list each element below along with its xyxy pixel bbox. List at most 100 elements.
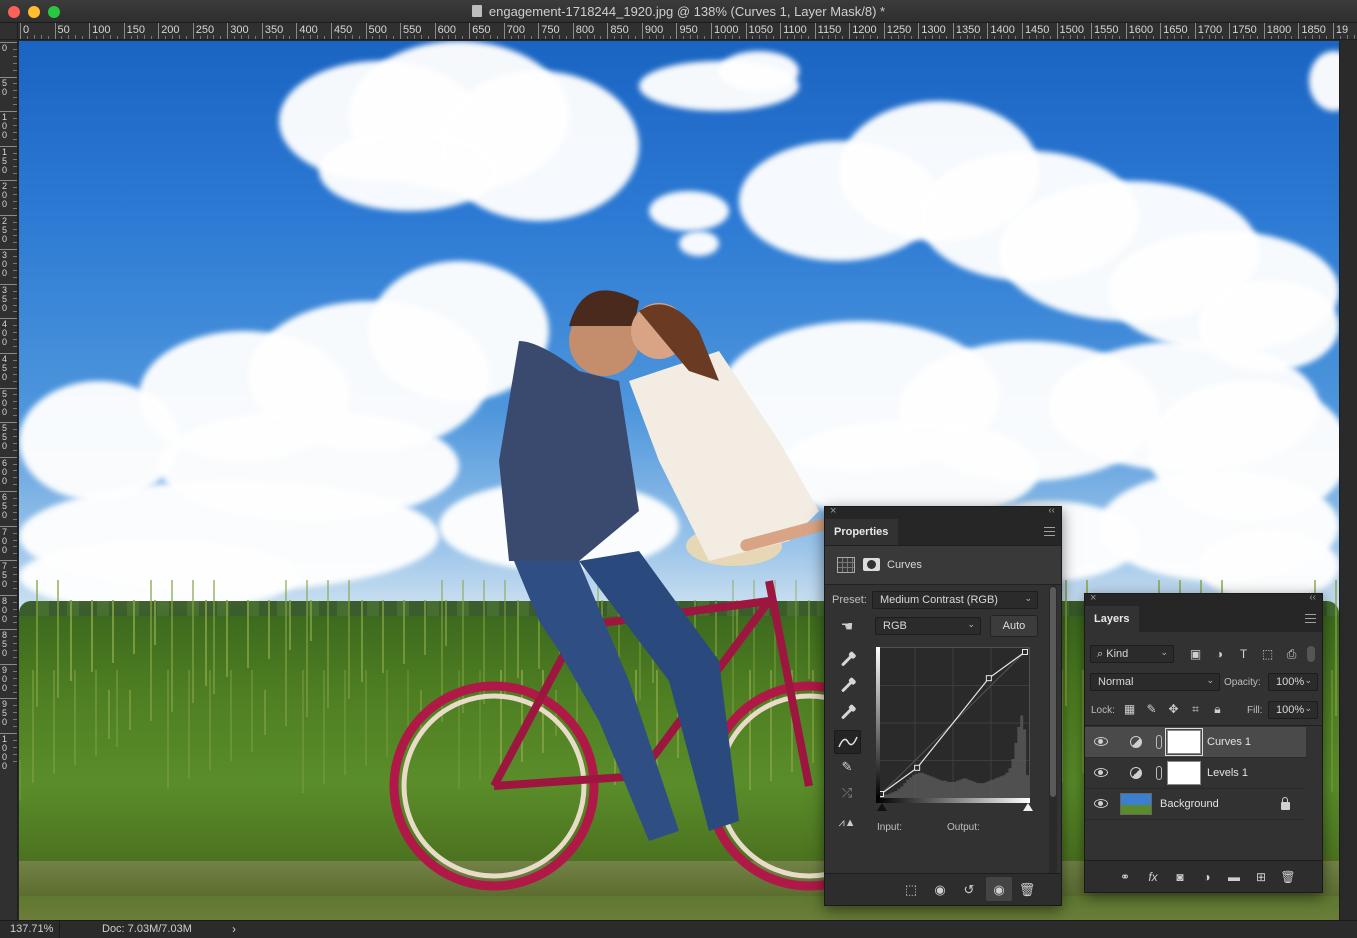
ruler-minor-tick [739, 36, 740, 39]
new-adjustment-layer-icon[interactable]: ◑ [1197, 868, 1217, 886]
delete-icon[interactable]: 🗑 [1017, 881, 1037, 899]
status-bar: 137.71% Doc: 7.03M/7.03M › [0, 920, 1357, 938]
new-group-folder-icon[interactable]: ▬ [1224, 868, 1244, 886]
visibility-eye-icon[interactable] [1094, 799, 1108, 808]
view-previous-state-icon[interactable]: ◉ [930, 881, 950, 899]
lock-artboard-icon[interactable]: ⌗ [1189, 704, 1202, 715]
vertical-ruler[interactable]: 0501001502002503003504004505005506006507… [0, 40, 18, 920]
lock-image-pixels-icon[interactable]: ✎ [1145, 704, 1158, 715]
black-point-eyedropper-icon[interactable] [837, 650, 857, 670]
preset-dropdown[interactable]: Medium Contrast (RGB) ⌄ [872, 591, 1038, 609]
layer-row-levels[interactable]: Levels 1 [1085, 758, 1306, 789]
ruler-minor-tick [828, 35, 829, 39]
white-point-slider[interactable] [1023, 803, 1033, 811]
search-icon: ⌕ [1097, 648, 1103, 660]
ruler-minor-tick [428, 36, 429, 39]
link-chain-icon[interactable] [1156, 735, 1162, 749]
lock-icon[interactable] [1281, 802, 1290, 810]
close-icon[interactable]: × [830, 505, 836, 517]
smart-object-filter-icon[interactable]: ⎙ [1285, 649, 1298, 660]
gray-point-eyedropper-icon[interactable] [837, 676, 857, 696]
opacity-field[interactable]: 100% ⌄ [1268, 673, 1318, 691]
clipping-warning-icon[interactable]: ⩘▲ [835, 814, 859, 832]
ruler-minor-tick [1077, 35, 1078, 39]
ruler-minor-tick [13, 229, 17, 230]
filter-toggle-icon[interactable] [1307, 646, 1315, 662]
properties-scrollbar[interactable] [1049, 585, 1057, 875]
ruler-minor-tick [13, 49, 17, 50]
ruler-minor-tick [1278, 35, 1279, 39]
ruler-minor-tick [1354, 35, 1355, 39]
shape-filter-icon[interactable]: ⬚ [1261, 649, 1274, 660]
collapse-panel-icon[interactable]: ‹‹ [1309, 592, 1316, 603]
canvas-vertical-scrollbar[interactable] [1339, 41, 1357, 920]
ruler-tick-label: 150 [124, 23, 145, 40]
layer-mask-thumbnail[interactable] [1167, 730, 1201, 754]
ruler-minor-tick [207, 35, 208, 39]
pencil-draw-icon[interactable]: ✎ [837, 758, 857, 776]
tab-properties[interactable]: Properties [825, 519, 898, 545]
ruler-minor-tick [1001, 35, 1002, 39]
ruler-minor-tick [732, 35, 733, 39]
curves-adjustment-icon[interactable] [837, 557, 855, 573]
link-layers-icon[interactable]: ⚭ [1115, 868, 1135, 886]
zoom-level-field[interactable]: 137.71% [0, 921, 60, 938]
add-mask-icon[interactable]: ◙ [1170, 868, 1190, 886]
ruler-origin[interactable] [0, 23, 18, 40]
ruler-minor-tick [1008, 35, 1009, 39]
ruler-minor-tick [13, 588, 17, 589]
layer-mask-thumbnail[interactable] [1167, 761, 1201, 785]
fill-label: Fill: [1247, 705, 1263, 716]
ruler-minor-tick [725, 35, 726, 39]
layer-row-curves[interactable]: Curves 1 [1085, 727, 1306, 758]
target-adjustment-hand-icon[interactable]: ☚ [835, 617, 859, 635]
image-filter-icon[interactable]: ▣ [1189, 649, 1202, 660]
lock-transparent-pixels-icon[interactable]: ▦ [1123, 704, 1136, 715]
layer-style-fx-icon[interactable]: fx [1143, 868, 1163, 886]
new-layer-icon[interactable]: ⊞ [1251, 868, 1271, 886]
auto-button[interactable]: Auto [990, 615, 1038, 637]
edit-points-curve-tool[interactable] [834, 730, 861, 754]
ruler-tick-label: 550 [400, 23, 421, 40]
reset-icon[interactable]: ↺ [959, 881, 979, 899]
smooth-curve-icon[interactable]: ⤮ [837, 784, 857, 802]
layer-row-background[interactable]: Background [1085, 789, 1306, 820]
ruler-tick-label: 950 [2, 700, 10, 727]
ruler-minor-tick [448, 35, 449, 39]
blend-mode-dropdown[interactable]: Normal ⌄ [1090, 673, 1220, 691]
ruler-tick-label: 1000 [2, 735, 10, 771]
ruler-minor-tick [670, 36, 671, 39]
tab-layers[interactable]: Layers [1085, 606, 1139, 632]
status-menu-arrow-icon[interactable]: › [232, 922, 236, 936]
ruler-minor-tick [649, 36, 650, 39]
delete-layer-icon[interactable]: 🗑 [1278, 868, 1298, 886]
ruler-minor-tick [13, 574, 17, 575]
layer-mask-icon[interactable] [863, 558, 880, 571]
white-point-eyedropper-icon[interactable] [837, 703, 857, 723]
curves-graph[interactable] [876, 647, 1030, 799]
visibility-eye-icon[interactable] [1094, 737, 1108, 746]
channel-dropdown[interactable]: RGB ⌄ [875, 617, 981, 635]
link-chain-icon[interactable] [1156, 766, 1162, 780]
chevron-down-icon: ⌄ [1160, 647, 1168, 658]
type-filter-icon[interactable]: T [1237, 649, 1250, 660]
ruler-minor-tick [13, 201, 17, 202]
horizontal-ruler[interactable]: 0501001502002503003504004505005506006507… [18, 23, 1357, 40]
clip-to-layer-icon[interactable]: ⬚ [901, 881, 921, 899]
ruler-minor-tick [808, 36, 809, 39]
ruler-minor-tick [1319, 35, 1320, 39]
close-icon[interactable]: × [1090, 592, 1096, 604]
panel-menu-icon[interactable] [1044, 527, 1055, 536]
filter-kind-dropdown[interactable]: ⌕ Kind ⌄ [1090, 645, 1174, 663]
collapse-panel-icon[interactable]: ‹‹ [1048, 505, 1055, 516]
lock-all-icon[interactable]: 🔒︎ [1211, 704, 1224, 715]
adjustment-filter-icon[interactable]: ◑ [1213, 649, 1226, 660]
black-point-slider[interactable] [877, 803, 887, 811]
ruler-minor-tick [1133, 36, 1134, 39]
fill-field[interactable]: 100% ⌄ [1268, 701, 1318, 719]
visibility-eye-icon[interactable] [1094, 768, 1108, 777]
ruler-minor-tick [248, 35, 249, 39]
ruler-minor-tick [13, 512, 17, 513]
lock-position-icon[interactable]: ✥ [1167, 704, 1180, 715]
panel-menu-icon[interactable] [1305, 614, 1316, 623]
